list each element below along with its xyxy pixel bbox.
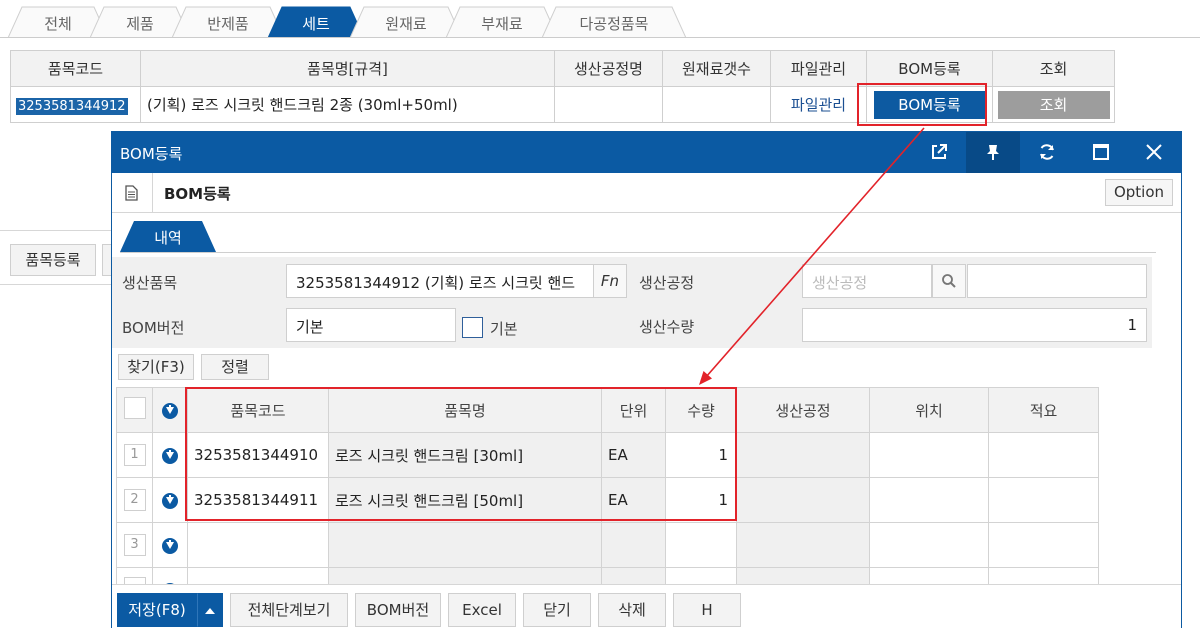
- annotation-arrow: [699, 127, 925, 385]
